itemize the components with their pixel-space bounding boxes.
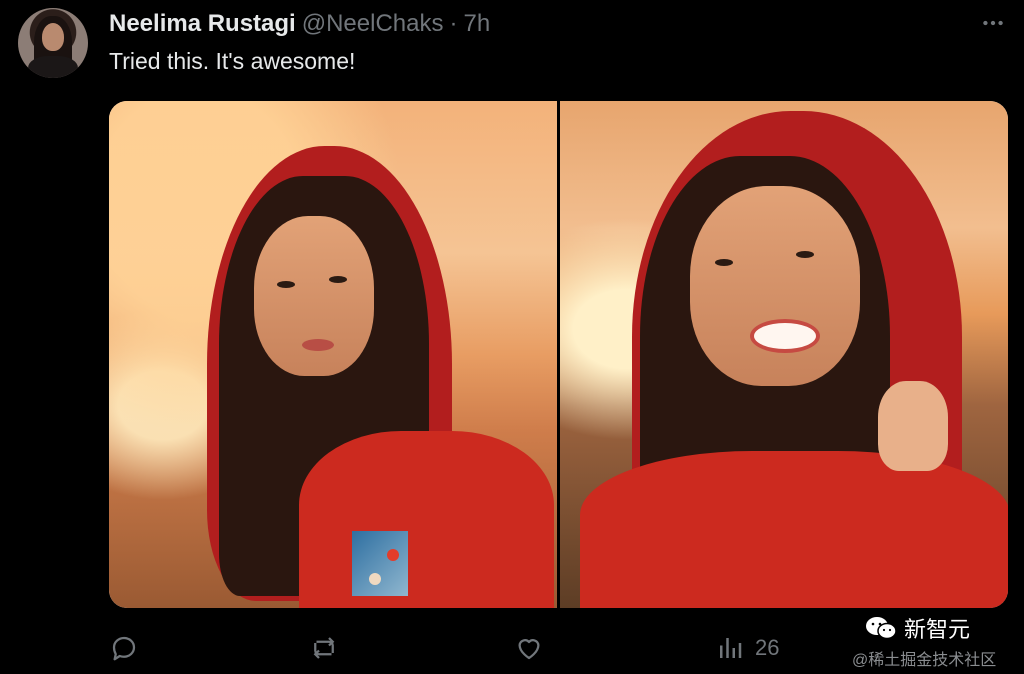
avatar-body-shape [28, 56, 78, 78]
face-shape [254, 216, 374, 376]
sweater-shape [299, 431, 554, 608]
views-count: 26 [755, 635, 780, 660]
tweet-header: Neelima Rustagi @NeelChaks · 7h [109, 10, 490, 40]
views-icon [720, 638, 742, 658]
avatar-face-shape [42, 23, 64, 51]
post-time[interactable]: 7h [463, 10, 490, 38]
reply-button[interactable] [109, 630, 139, 666]
left-eye-shape [277, 281, 295, 288]
sweater-shape [580, 451, 1008, 608]
smile-shape [750, 319, 820, 353]
repost-button[interactable] [309, 630, 339, 666]
right-eye-shape [796, 251, 814, 258]
more-options-button[interactable] [980, 10, 1006, 36]
header-separator: · [449, 10, 458, 37]
flower-shape [369, 573, 381, 585]
watermark-brand: 新智元 [904, 617, 971, 642]
author-name[interactable]: Neelima Rustagi [109, 10, 296, 38]
hand-shape [878, 381, 948, 471]
tweet-text: Tried this. It's awesome! [109, 48, 356, 74]
mouth-shape [302, 339, 334, 351]
tweet[interactable]: Neelima Rustagi @NeelChaks · 7h Tried th… [0, 0, 1024, 674]
more-icon [983, 20, 1003, 26]
reply-icon [112, 636, 136, 661]
right-eye-shape [329, 276, 347, 283]
repost-icon [313, 637, 335, 659]
wechat-icon [864, 614, 898, 642]
watermark: 新智元 [864, 612, 970, 644]
media-grid [109, 101, 1008, 608]
views-button[interactable]: 26 [715, 630, 779, 666]
flower-shape [387, 549, 399, 561]
author-handle[interactable]: @NeelChaks [302, 10, 444, 38]
avatar[interactable] [18, 8, 88, 78]
heart-icon [518, 639, 540, 660]
sweater-print-shape [352, 531, 408, 596]
face-shape [690, 186, 860, 386]
like-button[interactable] [514, 630, 544, 666]
watermark-source: @稀土掘金技术社区 [852, 652, 997, 669]
media-image-1[interactable] [109, 101, 557, 608]
media-image-2[interactable] [560, 101, 1008, 608]
left-eye-shape [715, 259, 733, 266]
